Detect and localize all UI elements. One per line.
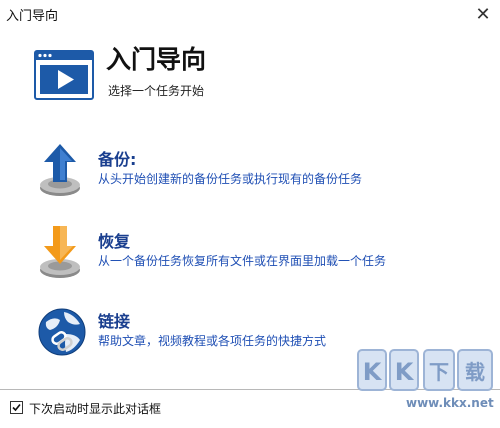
backup-option[interactable]: 备份: 从头开始创建新的备份任务或执行现有的备份任务	[36, 142, 476, 202]
close-icon[interactable]: ✕	[466, 0, 500, 28]
backup-upload-icon	[40, 144, 80, 196]
backup-description: 从头开始创建新的备份任务或执行现有的备份任务	[98, 172, 363, 186]
page-title: 入门导向	[106, 45, 207, 74]
watermark-logo-zai: 载	[465, 360, 485, 384]
window-title: 入门导向	[6, 9, 59, 24]
restore-label: 恢复	[98, 232, 131, 251]
watermark: K K 下 载 www.kkx.net	[356, 346, 496, 422]
restore-option[interactable]: 恢复 从一个备份任务恢复所有文件或在界面里加载一个任务	[36, 224, 476, 284]
title-bar: 入门导向 ✕	[0, 0, 500, 28]
links-label: 链接	[98, 312, 131, 331]
backup-label: 备份:	[98, 150, 137, 169]
links-description: 帮助文章，视频教程或各项任务的快捷方式	[98, 334, 327, 348]
watermark-url: www.kkx.net	[406, 396, 494, 410]
restore-description: 从一个备份任务恢复所有文件或在界面里加载一个任务	[98, 254, 387, 268]
show-on-startup-checkbox[interactable]	[10, 401, 23, 414]
kk-logo-icon: K K 下 载	[357, 349, 493, 391]
video-window-icon	[34, 50, 94, 100]
watermark-logo-k1: K	[363, 358, 383, 386]
watermark-logo-xia: 下	[429, 360, 449, 384]
watermark-logo-k2: K	[395, 358, 415, 386]
restore-download-icon	[40, 226, 80, 278]
globe-link-icon	[38, 308, 86, 356]
page-subtitle: 选择一个任务开始	[108, 84, 205, 98]
checkmark-icon	[12, 403, 21, 412]
show-on-startup-label[interactable]: 下次启动时显示此对话框	[29, 400, 161, 417]
